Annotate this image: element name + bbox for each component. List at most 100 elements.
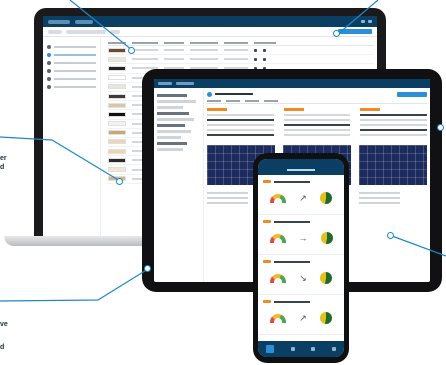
pie-chart-icon (320, 192, 333, 204)
table-cell (164, 49, 184, 52)
sidebar-item[interactable] (47, 69, 96, 73)
color-swatch (108, 111, 126, 117)
arrow-right-icon: → (298, 232, 308, 243)
callout-marker (387, 232, 394, 239)
detail-column (360, 108, 428, 139)
table-cell (132, 49, 158, 52)
filter-chip[interactable] (48, 29, 62, 34)
primary-action-button[interactable] (338, 29, 372, 34)
callout-label: ve (0, 321, 8, 328)
tab[interactable] (264, 99, 278, 102)
color-swatch (108, 157, 126, 163)
primary-action-button[interactable] (397, 91, 427, 97)
calendar-grid[interactable] (359, 145, 427, 185)
tab[interactable] (207, 99, 221, 102)
sidebar-item[interactable] (157, 136, 181, 139)
pie-chart-icon (320, 312, 333, 324)
metric-card[interactable]: → (258, 215, 344, 255)
metric-card[interactable]: ↗ (258, 295, 344, 335)
card-metrics: → (263, 225, 339, 251)
card-header (263, 258, 339, 265)
status-badge (263, 220, 271, 223)
card-title (274, 300, 310, 303)
pie-chart-icon (320, 232, 333, 244)
sidebar-item[interactable] (157, 148, 183, 151)
phone: ↗ → ↘ ↗ (253, 153, 349, 363)
table-row[interactable] (108, 55, 374, 65)
notification-icon[interactable] (361, 20, 365, 23)
laptop-app-header (43, 16, 377, 27)
detail-column (207, 108, 274, 139)
gauge-icon (269, 193, 286, 203)
phone-title (287, 169, 315, 171)
sidebar-item[interactable] (47, 45, 96, 49)
edit-icon[interactable] (254, 48, 257, 52)
sidebar-item[interactable] (157, 118, 194, 121)
laptop-toolbar (43, 27, 377, 37)
gauge-icon (269, 233, 286, 243)
color-swatch (108, 102, 126, 108)
edit-icon[interactable] (254, 57, 257, 61)
table-cell (164, 58, 184, 61)
chart-icon[interactable] (290, 347, 295, 351)
table-cell (190, 58, 218, 61)
color-swatch (108, 56, 126, 62)
sidebar-item[interactable] (157, 112, 190, 115)
metric-card[interactable]: ↘ (258, 255, 344, 295)
laptop-sidebar (43, 37, 101, 236)
sidebar-item[interactable] (47, 61, 96, 65)
sidebar-item[interactable] (157, 142, 188, 145)
sidebar-item[interactable] (157, 94, 188, 97)
settings-icon[interactable] (331, 347, 336, 351)
callout-marker (128, 47, 135, 54)
card-metrics: ↗ (263, 185, 339, 211)
nav-item[interactable] (75, 19, 93, 24)
phone-bottom-nav (258, 341, 344, 357)
more-icon[interactable] (263, 48, 266, 52)
color-swatch (108, 47, 126, 53)
search-input[interactable] (66, 29, 106, 34)
sidebar-item[interactable] (157, 124, 185, 127)
more-icon[interactable] (263, 57, 266, 61)
status-badge (263, 300, 271, 303)
sidebar-item[interactable] (47, 85, 96, 89)
sidebar-item[interactable] (157, 106, 183, 109)
avatar (207, 91, 212, 97)
phone-card-list: ↗ → ↘ ↗ (258, 175, 344, 335)
arrow-up-icon: ↗ (299, 192, 307, 203)
color-swatch (108, 65, 126, 71)
color-swatch (108, 84, 126, 90)
table-row[interactable] (108, 46, 374, 56)
color-swatch (108, 139, 126, 145)
callout-marker (333, 30, 340, 37)
sidebar-item[interactable] (157, 130, 192, 133)
device-composite: ↗ → ↘ ↗ er d ve d (0, 0, 446, 365)
sidebar-item[interactable] (47, 53, 96, 57)
card-title (274, 260, 310, 263)
callout-line (0, 268, 149, 302)
card-header (263, 298, 339, 305)
color-swatch (108, 167, 126, 173)
detail-columns (207, 108, 428, 139)
table-cell (224, 49, 248, 52)
card-header (263, 178, 339, 185)
color-swatch (108, 148, 126, 154)
tab[interactable] (245, 99, 259, 102)
callout-marker (437, 124, 444, 131)
nav-item[interactable] (176, 82, 194, 85)
sidebar-item[interactable] (47, 77, 96, 81)
callout-marker (116, 178, 123, 185)
detail-column (283, 108, 351, 139)
list-icon[interactable] (311, 347, 316, 351)
color-swatch (108, 121, 126, 127)
app-logo (158, 82, 172, 85)
filter-chip[interactable] (110, 29, 120, 34)
sidebar-item[interactable] (157, 100, 196, 103)
color-swatch (108, 130, 126, 136)
callout-label: er (0, 155, 7, 162)
tablet-app-header (154, 79, 430, 88)
tab[interactable] (226, 99, 240, 102)
user-icon[interactable] (368, 20, 372, 23)
metric-card[interactable]: ↗ (258, 175, 344, 215)
home-icon[interactable] (266, 345, 275, 353)
